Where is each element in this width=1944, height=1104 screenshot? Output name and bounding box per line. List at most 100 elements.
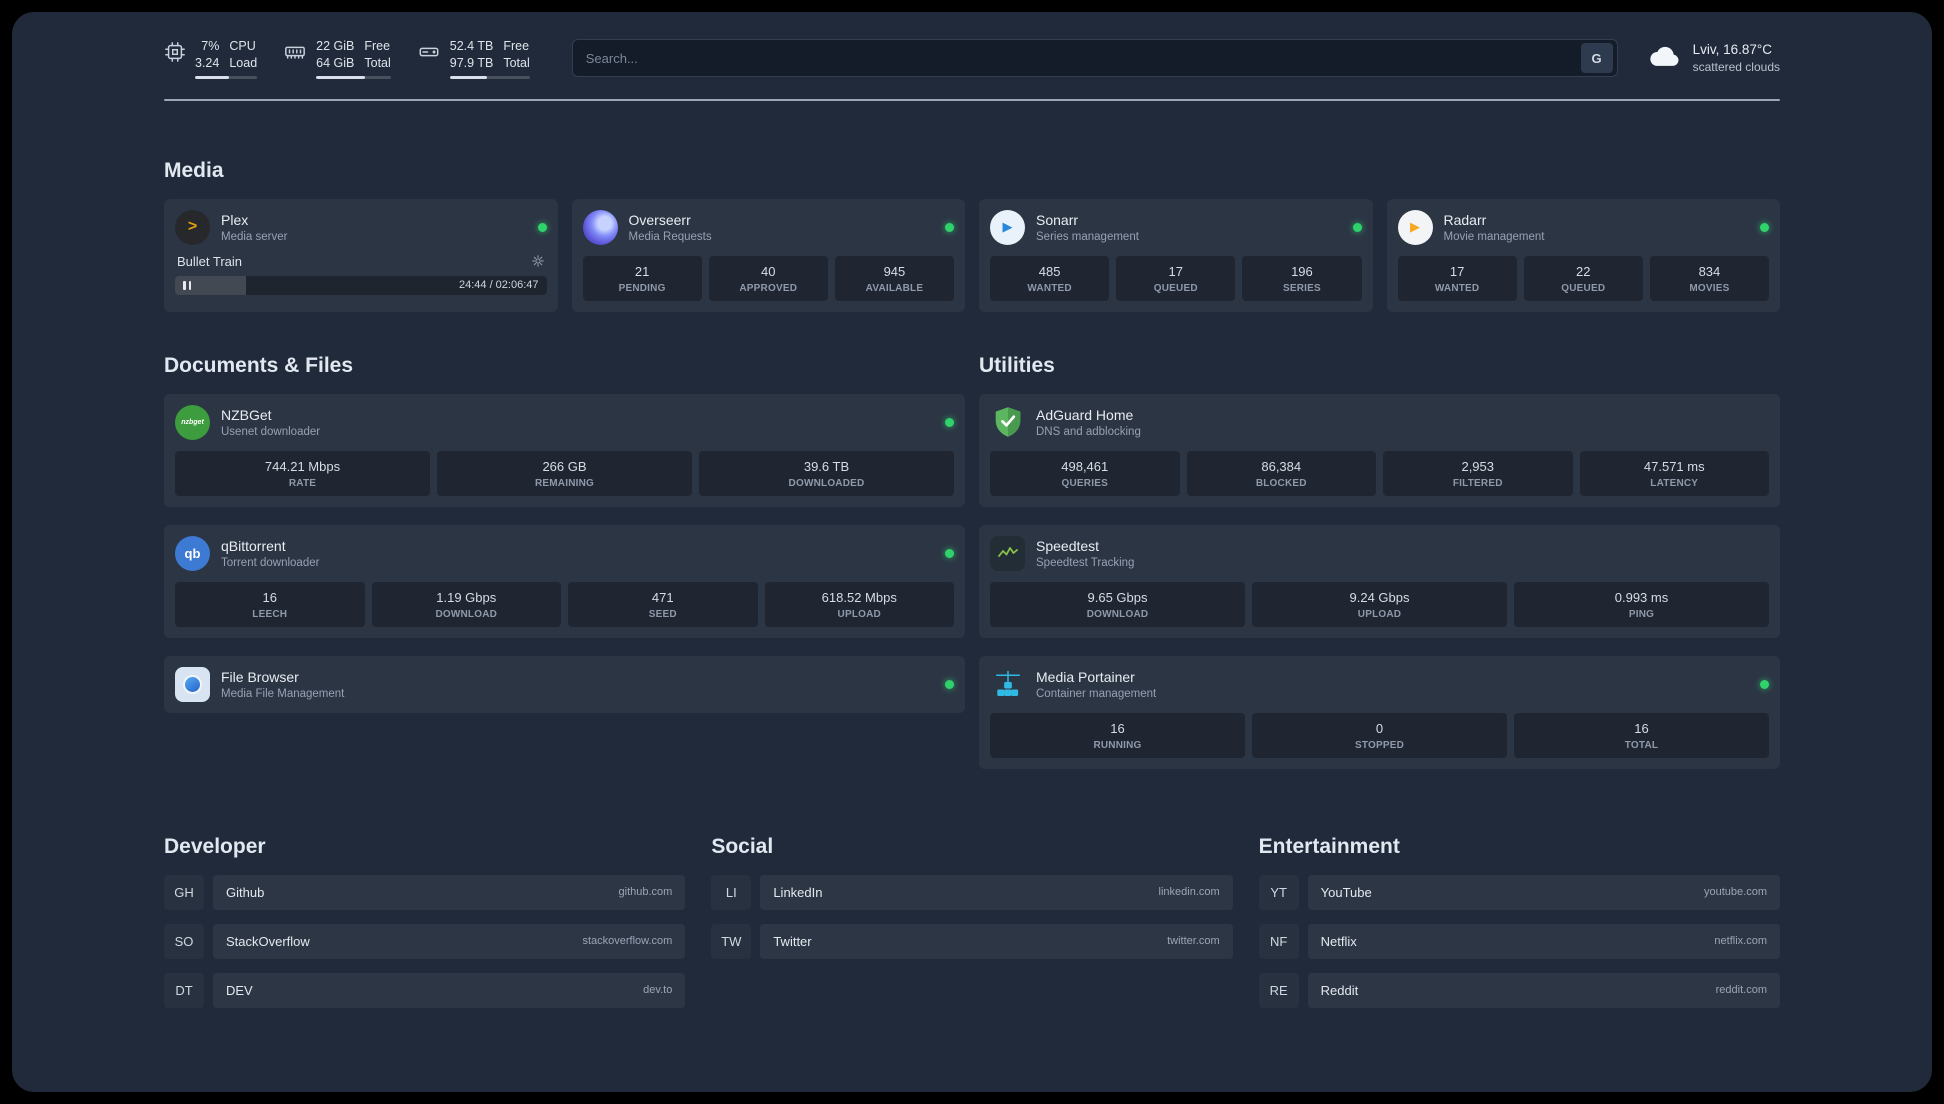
stat-block: 9.65 Gbps DOWNLOAD xyxy=(990,581,1245,627)
app-card-overseerr[interactable]: Overseerr Media Requests 21 PENDING 40 A… xyxy=(571,198,965,312)
pause-icon[interactable] xyxy=(183,280,191,290)
stat-value: 2,953 xyxy=(1461,458,1495,474)
bookmark-abbr: SO xyxy=(164,924,204,959)
stat-block: 196 SERIES xyxy=(1242,255,1362,301)
search-bar[interactable]: G xyxy=(571,39,1618,78)
stat-block: 2,953 FILTERED xyxy=(1383,450,1573,496)
stat-block: 16 LEECH xyxy=(175,581,365,627)
bookmark-abbr: YT xyxy=(1259,875,1299,910)
app-desc: Container management xyxy=(1036,687,1157,700)
stat-label: PING xyxy=(1628,608,1655,620)
app-desc: Series management xyxy=(1036,230,1139,243)
stat-value: 21 xyxy=(634,263,650,279)
stat-label: LATENCY xyxy=(1650,477,1699,489)
stat-label: RATE xyxy=(288,477,317,489)
stat-block: 471 SEED xyxy=(568,581,758,627)
app-card-nzbget[interactable]: nzbget NZBGet Usenet downloader 744.21 M… xyxy=(164,393,965,507)
app-name: Radarr xyxy=(1443,211,1487,228)
bookmark-reddit[interactable]: RE Reddit reddit.com xyxy=(1259,972,1780,1008)
bookmark-github[interactable]: GH Github github.com xyxy=(164,874,686,910)
stat-label: FILTERED xyxy=(1452,477,1503,489)
stat-block: 47.571 ms LATENCY xyxy=(1579,450,1769,496)
bookmark-name: Github xyxy=(226,884,265,900)
bookmark-twitter[interactable]: TW Twitter twitter.com xyxy=(711,923,1233,959)
app-name: Plex xyxy=(221,211,249,228)
bookmark-link[interactable]: YouTube youtube.com xyxy=(1307,874,1780,910)
section-developer: Developer GH Github github.com SO StackO… xyxy=(164,835,686,1022)
stat-block: 0 STOPPED xyxy=(1252,712,1507,758)
stat-block: 86,384 BLOCKED xyxy=(1186,450,1376,496)
bookmark-name: StackOverflow xyxy=(226,933,310,949)
weather-location: Lviv, 16.87°C xyxy=(1692,42,1773,58)
dashboard-content: 7% 3.24 CPU Load 22 GiB 64 GiB Free Tota… xyxy=(12,12,1932,1062)
stat-block: 17 WANTED xyxy=(1397,255,1517,301)
bookmark-dev[interactable]: DT DEV dev.to xyxy=(164,972,686,1008)
stat-value: 0 xyxy=(1375,720,1384,736)
stat-label: LEECH xyxy=(252,608,288,620)
bookmark-link[interactable]: StackOverflow stackoverflow.com xyxy=(213,923,686,959)
stat-block: 0.993 ms PING xyxy=(1514,581,1769,627)
stat-label: UPLOAD xyxy=(1357,608,1402,620)
bookmark-linkedin[interactable]: LI LinkedIn linkedin.com xyxy=(711,874,1233,910)
playback-progress-bar[interactable]: 24:44 / 02:06:47 xyxy=(175,275,547,295)
stat-value: 266 GB xyxy=(542,458,587,474)
bookmark-youtube[interactable]: YT YouTube youtube.com xyxy=(1259,874,1780,910)
bookmark-domain: youtube.com xyxy=(1704,886,1767,899)
memory-total: 64 GiB xyxy=(316,55,355,70)
section-title-entertainment: Entertainment xyxy=(1258,834,1400,858)
app-card-adguard[interactable]: AdGuard Home DNS and adblocking 498,461 … xyxy=(979,393,1780,507)
gear-icon[interactable] xyxy=(531,254,545,268)
app-name: Speedtest xyxy=(1036,537,1100,554)
stat-label: DOWNLOADED xyxy=(788,477,865,489)
bookmark-link[interactable]: LinkedIn linkedin.com xyxy=(760,874,1233,910)
topbar-divider xyxy=(164,98,1780,101)
disk-icon xyxy=(417,41,441,63)
bookmark-abbr: NF xyxy=(1259,924,1299,959)
section-documents: Documents & Files nzbget NZBGet Usenet d… xyxy=(164,354,965,713)
app-name: Media Portainer xyxy=(1036,668,1135,685)
filebrowser-icon xyxy=(175,666,210,702)
stat-block: 17 QUEUED xyxy=(1116,255,1236,301)
section-media: Media > Plex Media server Bullet Train 2… xyxy=(164,159,1780,312)
stat-value: 485 xyxy=(1038,263,1061,279)
stat-value: 834 xyxy=(1698,263,1721,279)
bookmark-link[interactable]: Twitter twitter.com xyxy=(760,923,1233,959)
bookmark-link[interactable]: Netflix netflix.com xyxy=(1307,923,1780,959)
disk-stats: 52.4 TB 97.9 TB Free Total xyxy=(449,38,530,79)
bookmark-netflix[interactable]: NF Netflix netflix.com xyxy=(1259,923,1780,959)
stat-block: 39.6 TB DOWNLOADED xyxy=(699,450,954,496)
app-card-plex[interactable]: > Plex Media server Bullet Train 24:44 /… xyxy=(164,198,558,312)
bookmark-link[interactable]: Github github.com xyxy=(213,874,686,910)
stat-value: 22 xyxy=(1576,263,1591,279)
app-card-radarr[interactable]: ▶ Radarr Movie management 17 WANTED 22 Q… xyxy=(1386,198,1780,312)
stat-value: 16 xyxy=(262,589,277,605)
stat-label: STOPPED xyxy=(1354,739,1404,751)
stat-value: 9.24 Gbps xyxy=(1349,589,1410,605)
stat-block: 1.19 Gbps DOWNLOAD xyxy=(371,581,561,627)
stat-value: 471 xyxy=(651,589,674,605)
bookmark-link[interactable]: Reddit reddit.com xyxy=(1307,972,1780,1008)
app-card-qbittorrent[interactable]: qb qBittorrent Torrent downloader 16 LEE… xyxy=(164,524,965,638)
stat-label: SEED xyxy=(648,608,677,620)
bookmark-link[interactable]: DEV dev.to xyxy=(213,972,686,1008)
app-desc: Media server xyxy=(221,230,288,243)
app-name: Sonarr xyxy=(1036,211,1079,228)
stat-value: 86,384 xyxy=(1261,458,1302,474)
app-desc: DNS and adblocking xyxy=(1036,425,1141,438)
stat-label: QUEUED xyxy=(1561,282,1606,294)
topbar: 7% 3.24 CPU Load 22 GiB 64 GiB Free Tota… xyxy=(164,38,1780,79)
app-card-filebrowser[interactable]: File Browser Media File Management xyxy=(164,655,965,713)
app-name: qBittorrent xyxy=(221,537,286,554)
memory-icon xyxy=(283,41,307,63)
bookmark-stackoverflow[interactable]: SO StackOverflow stackoverflow.com xyxy=(164,923,686,959)
app-card-sonarr[interactable]: ▶ Sonarr Series management 485 WANTED 17… xyxy=(979,198,1373,312)
app-desc: Movie management xyxy=(1443,230,1545,243)
bookmark-name: Netflix xyxy=(1320,933,1357,949)
overseerr-icon xyxy=(582,209,618,245)
app-card-portainer[interactable]: Media Portainer Container management 16 … xyxy=(979,655,1780,769)
app-card-speedtest[interactable]: Speedtest Speedtest Tracking 9.65 Gbps D… xyxy=(979,524,1780,638)
radarr-icon: ▶ xyxy=(1397,209,1433,245)
search-input[interactable] xyxy=(585,50,1581,66)
search-provider-button[interactable]: G xyxy=(1580,43,1613,74)
disk-widget: 52.4 TB 97.9 TB Free Total xyxy=(417,38,530,79)
